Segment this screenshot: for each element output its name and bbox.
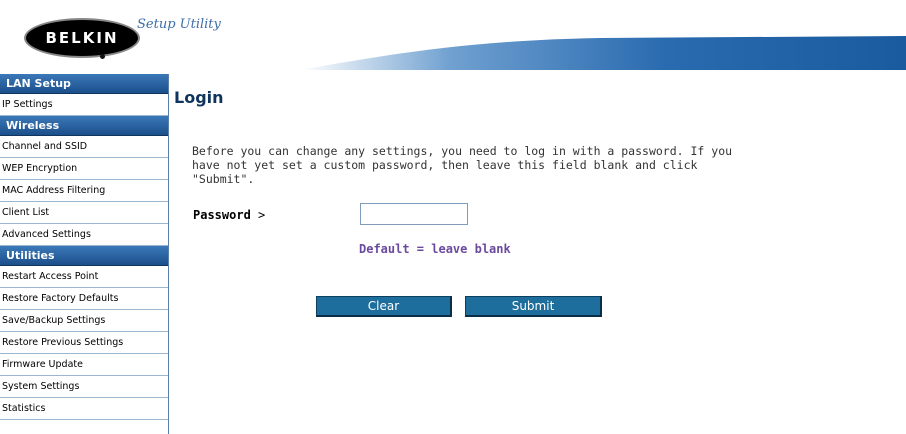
sidebar-nav: LAN Setup IP Settings Wireless Channel and … [0,74,169,434]
sidebar-item-restore-factory-defaults[interactable]: Restore Factory Defaults [0,288,168,310]
sidebar-item-restore-previous-settings[interactable]: Restore Previous Settings [0,332,168,354]
sidebar-item-ip-settings[interactable]: IP Settings [0,94,168,116]
app-title: Setup Utility [137,17,221,32]
sidebar-section-wireless[interactable]: Wireless [0,116,168,136]
password-label: Password > [193,208,265,222]
password-label-suffix: > [258,208,266,222]
main-content: Login Before you can change any settings… [168,74,906,434]
belkin-logo: BELKIN [24,18,140,58]
sidebar-item-save-backup-settings[interactable]: Save/Backup Settings [0,310,168,332]
submit-button[interactable]: Submit [465,296,602,317]
header: BELKIN Setup Utility [0,0,906,70]
sidebar-item-system-settings[interactable]: System Settings [0,376,168,398]
sidebar-section-utilities[interactable]: Utilities [0,246,168,266]
header-swoosh-graphic [300,36,906,70]
registered-mark-icon [100,54,105,59]
password-input[interactable] [360,203,468,225]
page-title: Login [174,88,224,107]
sidebar-item-channel-and-ssid[interactable]: Channel and SSID [0,136,168,158]
sidebar-item-advanced-settings[interactable]: Advanced Settings [0,224,168,246]
clear-button[interactable]: Clear [316,296,452,317]
sidebar-item-mac-address-filtering[interactable]: MAC Address Filtering [0,180,168,202]
sidebar-item-restart-access-point[interactable]: Restart Access Point [0,266,168,288]
sidebar-item-wep-encryption[interactable]: WEP Encryption [0,158,168,180]
sidebar-item-statistics[interactable]: Statistics [0,398,168,420]
sidebar-item-client-list[interactable]: Client List [0,202,168,224]
sidebar-section-lan-setup[interactable]: LAN Setup [0,74,168,94]
logo-text: BELKIN [45,29,119,47]
default-password-note: Default = leave blank [359,242,511,256]
password-label-text: Password [193,208,251,222]
sidebar-item-firmware-update[interactable]: Firmware Update [0,354,168,376]
login-instructions: Before you can change any settings, you … [192,144,733,186]
